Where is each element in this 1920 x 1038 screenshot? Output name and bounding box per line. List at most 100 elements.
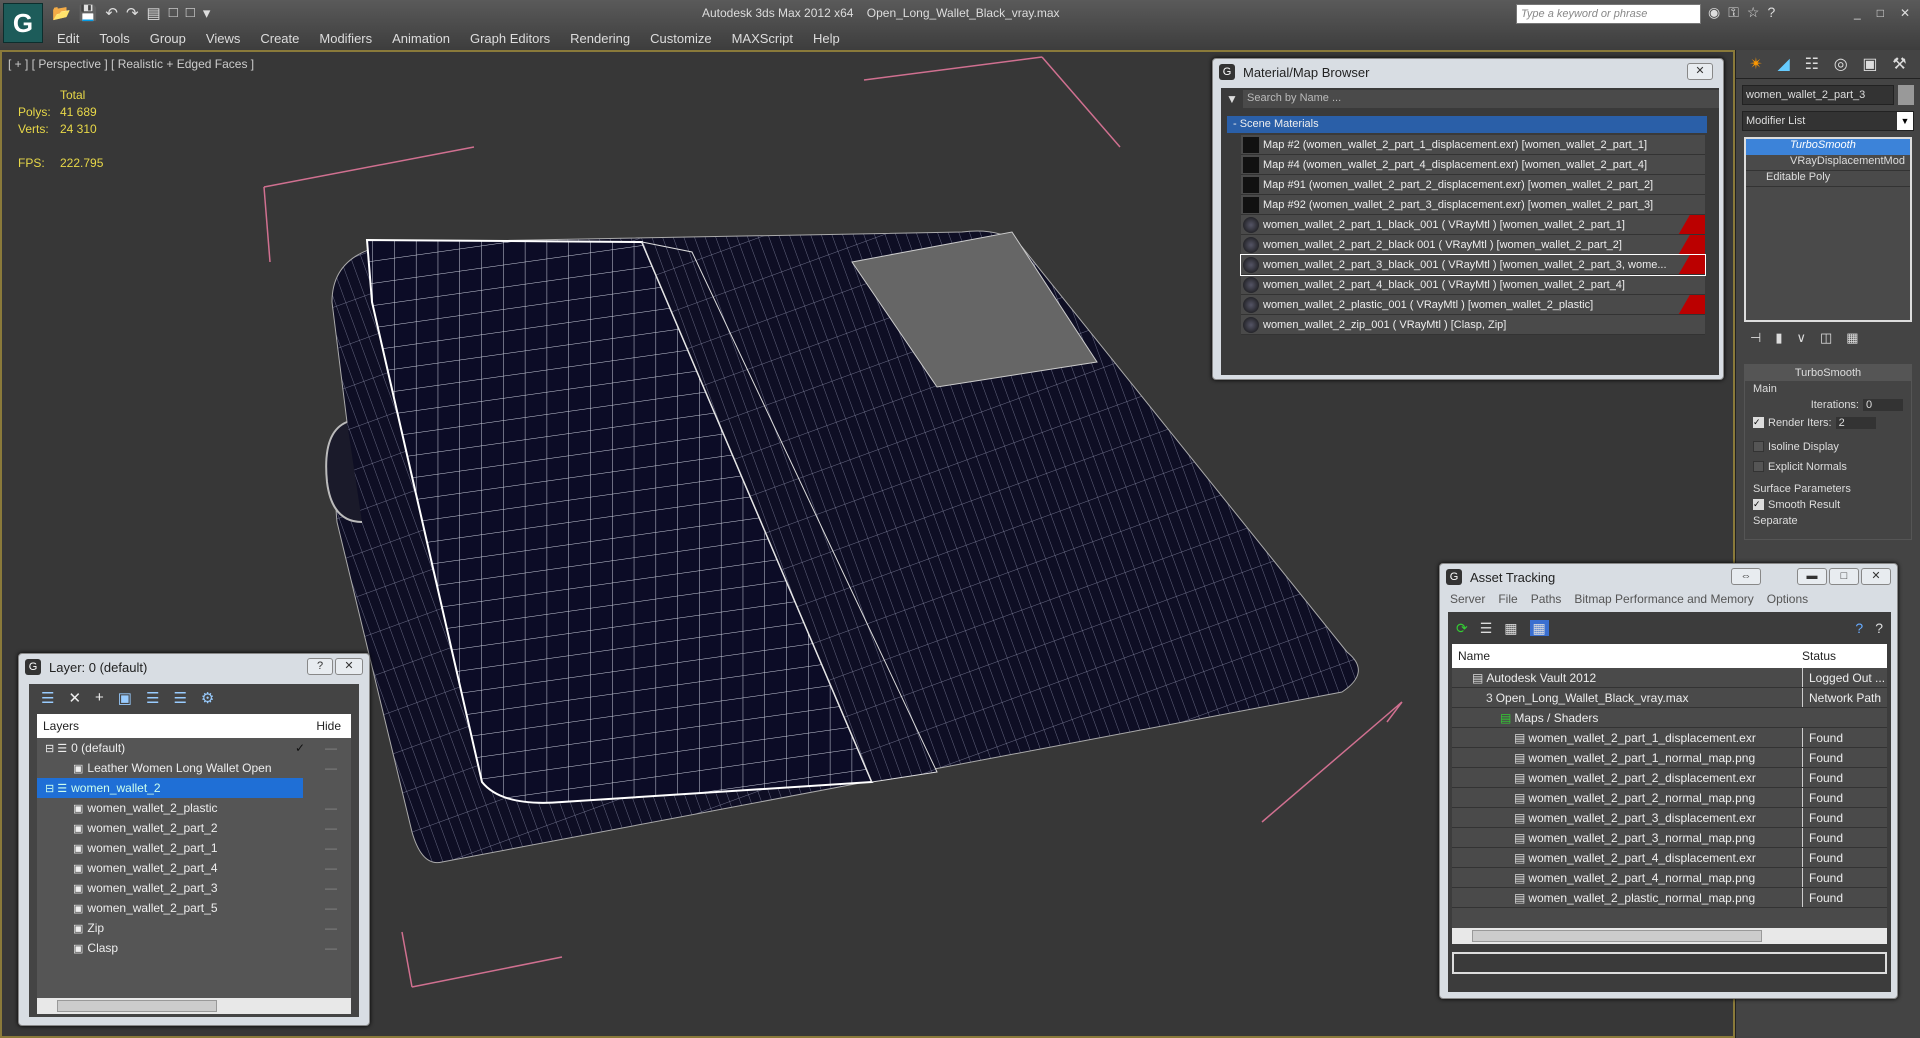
hide-toggle[interactable]: — (325, 738, 337, 758)
maximize-button[interactable]: □ (1829, 568, 1859, 585)
minimize-button[interactable]: _ (1854, 6, 1861, 20)
material-list-item[interactable]: women_wallet_2_part_4_black_001 ( VRayMt… (1241, 275, 1705, 295)
material-list-item[interactable]: Map #91 (women_wallet_2_part_2_displacem… (1241, 175, 1705, 195)
menu-tools[interactable]: Tools (99, 31, 129, 46)
asset-path-field[interactable] (1452, 952, 1887, 974)
hide-toggle[interactable]: — (325, 918, 337, 938)
close-button[interactable]: ✕ (335, 658, 363, 675)
star-icon[interactable]: ☆ (1747, 4, 1760, 21)
asset-menu-4[interactable]: Options (1767, 592, 1808, 608)
hide-toggle[interactable]: — (325, 858, 337, 878)
maximize-button[interactable]: □ (1877, 6, 1884, 20)
stack-item-vraydisplacement[interactable]: VRayDisplacementMod (1746, 155, 1910, 171)
asset-row[interactable]: ▤ women_wallet_2_plastic_normal_map.png Fo… (1452, 888, 1887, 908)
asset-row[interactable]: ▤ women_wallet_2_part_3_normal_map.png Fou… (1452, 828, 1887, 848)
layer-row[interactable]: ⊟ ☰ women_wallet_2 (37, 778, 303, 798)
options-menu-icon[interactable]: ▼ (1221, 92, 1243, 106)
asset-row[interactable]: ▤ women_wallet_2_part_2_normal_map.png Fou… (1452, 788, 1887, 808)
object-color-swatch[interactable] (1898, 85, 1914, 105)
scene-materials-group-header[interactable]: - Scene Materials (1227, 116, 1707, 133)
asset-menu-0[interactable]: Server (1450, 592, 1485, 608)
open-icon[interactable]: 📂 (52, 4, 71, 22)
material-list-item[interactable]: women_wallet_2_part_3_black_001 ( VRayMt… (1240, 254, 1706, 276)
hide-toggle[interactable]: — (325, 798, 337, 818)
explicit-normals-checkbox[interactable] (1753, 461, 1764, 472)
menu-customize[interactable]: Customize (650, 31, 711, 46)
viewport-label[interactable]: [ + ] [ Perspective ] [ Realistic + Edge… (8, 57, 254, 71)
layer-object-row[interactable]: ▣ women_wallet_2_part_5 — (37, 898, 351, 918)
menu-views[interactable]: Views (206, 31, 240, 46)
material-list-item[interactable]: Map #92 (women_wallet_2_part_3_displacem… (1241, 195, 1705, 215)
project-icon[interactable]: ▤ (147, 4, 161, 22)
hide-toggle[interactable]: — (325, 878, 337, 898)
modify-tab-icon[interactable]: ◢ (1778, 54, 1790, 74)
render-iters-checkbox[interactable]: ✓ (1753, 417, 1764, 428)
asset-row[interactable]: ▤ Maps / Shaders (1452, 708, 1887, 728)
layer-object-row[interactable]: ▣ Zip — (37, 918, 351, 938)
hide-toggle[interactable]: — (325, 898, 337, 918)
horizontal-scrollbar[interactable] (1452, 928, 1887, 944)
material-list-item[interactable]: women_wallet_2_part_2_black 001 ( VRayMt… (1241, 235, 1705, 255)
stack-item-editable-poly[interactable]: Editable Poly (1746, 171, 1910, 187)
show-end-result-icon[interactable]: ▮ (1775, 330, 1782, 346)
hide-toggle[interactable]: — (325, 818, 337, 838)
app-logo-button[interactable]: G (3, 3, 43, 43)
create-tab-icon[interactable]: ✴ (1749, 54, 1762, 74)
menu-group[interactable]: Group (150, 31, 186, 46)
remove-modifier-icon[interactable]: ◫ (1820, 330, 1832, 346)
close-button[interactable]: ✕ (1687, 63, 1713, 80)
menu-create[interactable]: Create (260, 31, 299, 46)
utilities-tab-icon[interactable]: ⚒ (1892, 54, 1906, 74)
stack-item-turbosmooth[interactable]: TurboSmooth (1746, 139, 1910, 155)
delete-layer-icon[interactable]: ✕ (68, 689, 81, 707)
menu-maxscript[interactable]: MAXScript (732, 31, 793, 46)
horizontal-scrollbar[interactable] (37, 998, 351, 1014)
create-layer-icon[interactable]: ☰ (41, 689, 54, 707)
menu-modifiers[interactable]: Modifiers (319, 31, 372, 46)
hide-column-header[interactable]: Hide (316, 714, 341, 738)
motion-tab-icon[interactable]: ◎ (1834, 54, 1848, 74)
layers-column-header[interactable]: Layers (43, 719, 79, 733)
layer-object-row[interactable]: ▣ women_wallet_2_part_2 — (37, 818, 351, 838)
help-icon[interactable]: ? (1767, 4, 1775, 21)
asset-menu-1[interactable]: File (1498, 592, 1517, 608)
binoculars-icon[interactable]: ◉ (1708, 4, 1720, 21)
layer-object-row[interactable]: ▣ Leather Women Long Wallet Open — (37, 758, 351, 778)
key-icon[interactable]: ⚿ (1728, 4, 1739, 21)
highlight-layer-icon[interactable]: ☰ (146, 689, 159, 707)
menu-graph-editors[interactable]: Graph Editors (470, 31, 550, 46)
asset-row[interactable]: ▤ women_wallet_2_part_4_displacement.exr F… (1452, 848, 1887, 868)
keyword-search-input[interactable]: Type a keyword or phrase (1516, 4, 1701, 24)
asset-row[interactable]: ▤ women_wallet_2_part_1_displacement.exr F… (1452, 728, 1887, 748)
menu-help[interactable]: Help (813, 31, 840, 46)
material-list-item[interactable]: Map #2 (women_wallet_2_part_1_displaceme… (1241, 135, 1705, 155)
layer-object-row[interactable]: ▣ women_wallet_2_part_3 — (37, 878, 351, 898)
asset-row[interactable]: 3 Open_Long_Wallet_Black_vray.max Network … (1452, 688, 1887, 708)
menu-rendering[interactable]: Rendering (570, 31, 630, 46)
layer-object-row[interactable]: ▣ women_wallet_2_plastic — (37, 798, 351, 818)
close-button[interactable]: ✕ (1861, 568, 1891, 585)
asset-row[interactable]: ▤ women_wallet_2_part_1_normal_map.png Fou… (1452, 748, 1887, 768)
display-tab-icon[interactable]: ▣ (1862, 54, 1877, 74)
dock-button[interactable]: ⇔ (1731, 568, 1761, 585)
context-help-icon[interactable]: ? (1875, 620, 1883, 636)
close-button[interactable]: ✕ (1900, 6, 1910, 20)
hide-toggle[interactable]: — (325, 838, 337, 858)
help-button[interactable]: ? (307, 658, 333, 675)
tree-view-icon[interactable]: ▦ (1504, 620, 1517, 636)
menu-edit[interactable]: Edit (57, 31, 79, 46)
help-icon[interactable]: ? (1855, 620, 1863, 636)
object-name-field[interactable]: women_wallet_2_part_3 (1742, 85, 1894, 105)
minimize-button[interactable]: ▬ (1797, 568, 1827, 585)
turbosmooth-rollout-header[interactable]: TurboSmooth (1745, 365, 1911, 381)
material-list-item[interactable]: women_wallet_2_zip_001 ( VRayMtl ) [Clas… (1241, 315, 1705, 335)
dropdown-icon[interactable]: ▾ (203, 4, 211, 22)
menu-animation[interactable]: Animation (392, 31, 450, 46)
status-column-header[interactable]: Status (1802, 644, 1836, 668)
redo-icon[interactable]: ↷ (126, 4, 139, 22)
isoline-checkbox[interactable] (1753, 441, 1764, 452)
add-to-layer-icon[interactable]: + (95, 689, 104, 707)
asset-menu-3[interactable]: Bitmap Performance and Memory (1574, 592, 1753, 608)
asset-row[interactable]: ▤ Autodesk Vault 2012 Logged Out ... (1452, 668, 1887, 688)
asset-row[interactable]: ▤ women_wallet_2_part_3_displacement.exr F… (1452, 808, 1887, 828)
